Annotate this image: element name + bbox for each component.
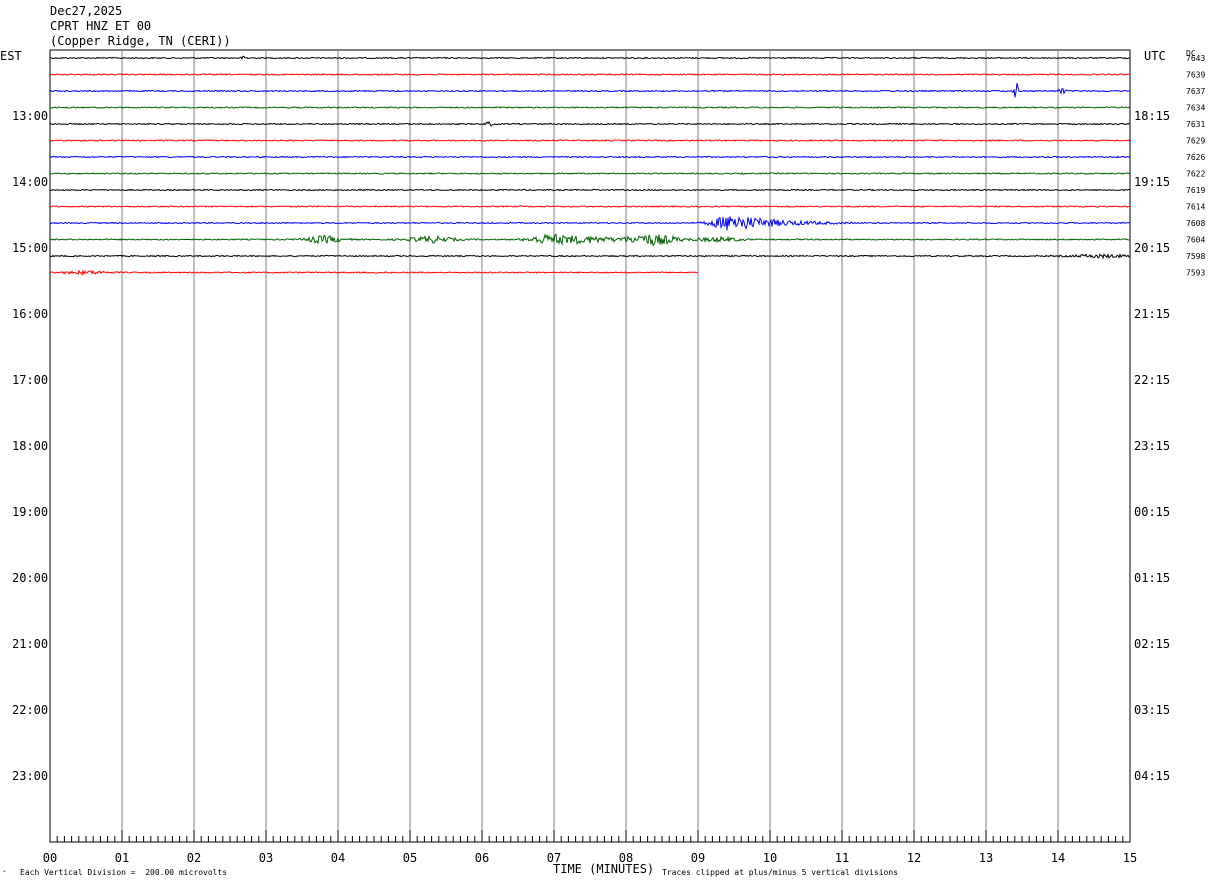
dc-offset-label: 7598 <box>1186 252 1205 261</box>
dc-offset-label: 7634 <box>1186 104 1205 113</box>
dc-offset-label: 7637 <box>1186 87 1205 96</box>
hour-label-right: 04:15 <box>1134 769 1170 783</box>
dc-offset-label: 7626 <box>1186 153 1205 162</box>
x-tick-label: 15 <box>1123 851 1137 865</box>
trace-line <box>49 82 1131 98</box>
x-tick-label: 13 <box>979 851 993 865</box>
hour-label-right: 03:15 <box>1134 703 1170 717</box>
hour-label-left: 17:00 <box>12 373 48 387</box>
dc-offset-label: 7619 <box>1186 186 1205 195</box>
dc-offset-label: 7614 <box>1186 203 1205 212</box>
dc-offset-label: 7631 <box>1186 120 1205 129</box>
trace-line <box>49 205 1131 208</box>
trace-line <box>49 269 699 276</box>
x-tick-label: 04 <box>331 851 345 865</box>
x-tick-label: 12 <box>907 851 921 865</box>
dc-offset-label: 7604 <box>1186 236 1205 245</box>
hour-label-left: 23:00 <box>12 769 48 783</box>
trace-line <box>49 233 1131 247</box>
hour-label-left: 20:00 <box>12 571 48 585</box>
trace-line <box>49 216 1131 231</box>
trace-line <box>49 55 1131 60</box>
x-tick-label: 06 <box>475 851 489 865</box>
trace-line <box>49 73 1131 76</box>
x-tick-label: 09 <box>691 851 705 865</box>
x-tick-label: 10 <box>763 851 777 865</box>
hour-label-right: 23:15 <box>1134 439 1170 453</box>
seismogram-plot: 00 01 02 03 04 05 06 07 08 09 10 11 12 13 14 1513:0014:… <box>12 49 1205 865</box>
hour-label-left: 19:00 <box>12 505 48 519</box>
hour-label-right: 18:15 <box>1134 109 1170 123</box>
hour-label-right: 00:15 <box>1134 505 1170 519</box>
trace-line <box>49 188 1131 192</box>
x-tick-label: 03 <box>259 851 273 865</box>
hour-label-right: 20:15 <box>1134 241 1170 255</box>
x-axis-label: TIME (MINUTES) <box>553 862 655 876</box>
hour-label-left: 14:00 <box>12 175 48 189</box>
x-tick-label: 14 <box>1051 851 1065 865</box>
hour-label-right: 01:15 <box>1134 571 1170 585</box>
hour-label-left: 16:00 <box>12 307 48 321</box>
hour-label-right: 21:15 <box>1134 307 1170 321</box>
dc-offset-label: 7639 <box>1186 71 1205 80</box>
trace-line <box>49 155 1131 159</box>
hour-label-left: 22:00 <box>12 703 48 717</box>
vertical-division-note: Each Vertical Division = 200.00 microvol… <box>20 868 228 877</box>
clipping-note: Traces clipped at plus/minus 5 vertical … <box>662 868 899 877</box>
trace-line <box>49 120 1131 127</box>
dc-offset-label: 7593 <box>1186 269 1205 278</box>
x-tick-label: 05 <box>403 851 417 865</box>
hour-label-left: 18:00 <box>12 439 48 453</box>
dc-offset-label: 7643 <box>1186 54 1205 63</box>
hour-label-left: 13:00 <box>12 109 48 123</box>
dc-offset-label: 7608 <box>1186 219 1205 228</box>
trace-line <box>49 106 1131 109</box>
x-tick-label: 11 <box>835 851 849 865</box>
x-tick-label: 01 <box>115 851 129 865</box>
hour-label-left: 15:00 <box>12 241 48 255</box>
corner-mark: ˆ <box>2 870 7 879</box>
dc-offset-label: 7629 <box>1186 137 1205 146</box>
x-tick-label: 02 <box>187 851 201 865</box>
x-tick-label: 00 <box>43 851 57 865</box>
trace-line <box>49 172 1131 175</box>
hour-label-right: 22:15 <box>1134 373 1170 387</box>
hour-label-right: 19:15 <box>1134 175 1170 189</box>
trace-line <box>49 252 1131 260</box>
hour-label-right: 02:15 <box>1134 637 1170 651</box>
trace-line <box>49 139 1131 142</box>
plot-frame <box>49 49 1131 843</box>
dc-offset-label: 7622 <box>1186 170 1205 179</box>
hour-label-left: 21:00 <box>12 637 48 651</box>
